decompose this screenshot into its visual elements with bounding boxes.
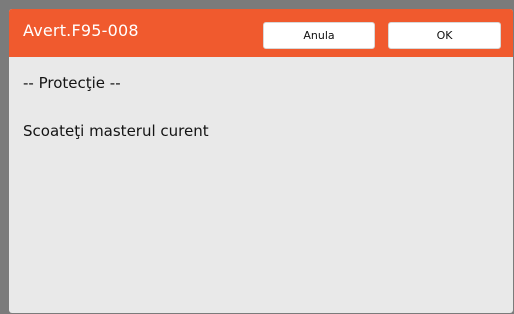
dialog-title-bar: Avert.F95-008 Anula OK — [9, 9, 513, 57]
cancel-button[interactable]: Anula — [263, 22, 375, 49]
warning-dialog: Avert.F95-008 Anula OK -- Protecţie -- S… — [9, 9, 513, 313]
dialog-title: Avert.F95-008 — [23, 21, 139, 40]
message-body: Scoateţi masterul curent — [23, 122, 209, 140]
ok-button[interactable]: OK — [388, 22, 501, 49]
message-heading: -- Protecţie -- — [23, 74, 121, 92]
